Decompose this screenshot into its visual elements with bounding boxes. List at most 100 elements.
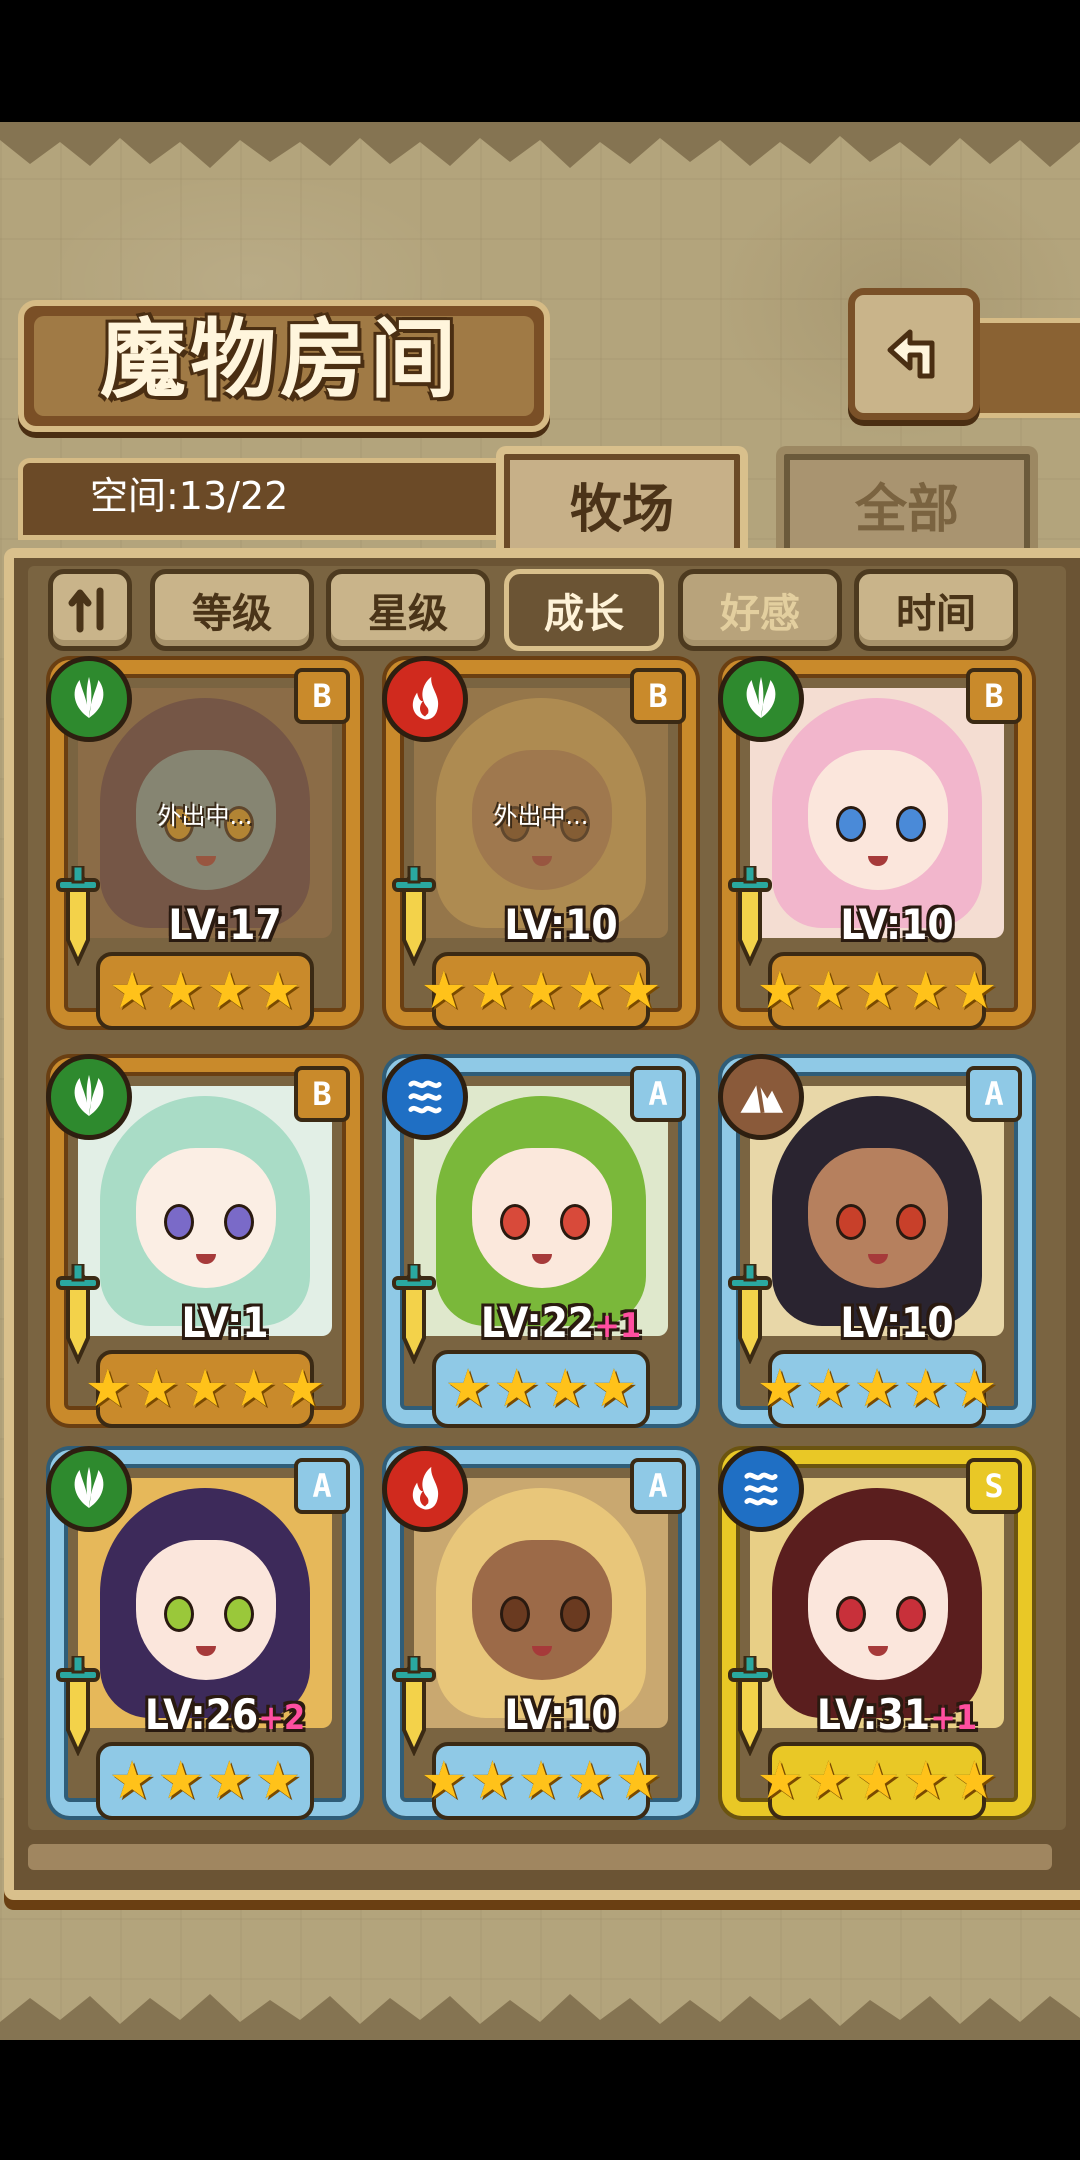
- page-title: 魔物房间: [100, 309, 460, 410]
- level-label: LV:31+1: [762, 1690, 1032, 1739]
- sort-time-label: 时间: [896, 590, 976, 637]
- star-icon: ★: [614, 961, 662, 1021]
- star-icon: ★: [756, 1359, 804, 1419]
- star-icon: ★: [254, 1751, 302, 1811]
- rank-badge: A: [630, 1458, 686, 1514]
- sort-level-button[interactable]: 等级: [150, 569, 314, 651]
- rank-badge: B: [294, 1066, 350, 1122]
- star-rating: ★ ★ ★ ★: [96, 952, 314, 1030]
- level-label: LV:10: [762, 1298, 1032, 1347]
- level-bonus: +1: [594, 1306, 642, 1346]
- star-icon: ★: [853, 1751, 901, 1811]
- water-element-icon: [382, 1054, 468, 1140]
- rank-badge: B: [630, 668, 686, 724]
- monster-card[interactable]: A LV:26+2 ★ ★ ★ ★: [46, 1446, 360, 1820]
- star-rating: ★ ★ ★ ★ ★: [84, 1350, 326, 1428]
- monster-card[interactable]: 外出中... B LV:10 ★ ★ ★ ★ ★: [382, 656, 696, 1030]
- monster-card[interactable]: B LV:10 ★ ★ ★ ★ ★: [718, 656, 1032, 1030]
- rank-badge: B: [966, 668, 1022, 724]
- star-icon: ★: [566, 961, 613, 1021]
- sort-growth-label: 成长: [544, 590, 624, 637]
- level-label: LV:10: [762, 900, 1032, 949]
- sort-affection-button[interactable]: 好感: [678, 569, 842, 651]
- star-icon: ★: [902, 1751, 949, 1811]
- monster-card[interactable]: B LV:1 ★ ★ ★ ★ ★: [46, 1054, 360, 1428]
- star-icon: ★: [157, 961, 204, 1021]
- leaf-element-icon: [46, 1446, 132, 1532]
- back-button[interactable]: [848, 288, 980, 420]
- star-rating: ★ ★ ★ ★ ★: [420, 952, 662, 1030]
- star-icon: ★: [853, 961, 901, 1021]
- monster-card[interactable]: A LV:10 ★ ★ ★ ★ ★: [382, 1446, 696, 1820]
- rank-badge: B: [294, 668, 350, 724]
- star-icon: ★: [206, 961, 253, 1021]
- monster-card[interactable]: 外出中... B LV:17 ★ ★ ★ ★: [46, 656, 360, 1030]
- star-icon: ★: [902, 961, 949, 1021]
- monster-card[interactable]: S LV:31+1 ★ ★ ★ ★ ★: [718, 1446, 1032, 1820]
- sort-stars-label: 星级: [368, 590, 448, 637]
- star-icon: ★: [420, 961, 468, 1021]
- star-icon: ★: [206, 1751, 253, 1811]
- star-icon: ★: [254, 961, 302, 1021]
- space-counter: 空间:13/22: [90, 474, 289, 518]
- tab-ranch[interactable]: 牧场: [496, 446, 748, 554]
- star-icon: ★: [108, 961, 156, 1021]
- star-icon: ★: [756, 1751, 804, 1811]
- monster-card[interactable]: A LV:22+1 ★ ★ ★ ★: [382, 1054, 696, 1428]
- sort-order-button[interactable]: [48, 569, 132, 651]
- level-label: LV:26+2: [90, 1690, 360, 1739]
- star-icon: ★: [756, 961, 804, 1021]
- star-icon: ★: [590, 1359, 638, 1419]
- level-value: LV:1: [181, 1298, 269, 1347]
- sort-time-button[interactable]: 时间: [854, 569, 1018, 651]
- level-label: LV:10: [426, 900, 696, 949]
- level-value: LV:17: [168, 900, 282, 949]
- star-icon: ★: [805, 1751, 852, 1811]
- star-rating: ★ ★ ★ ★ ★: [420, 1742, 662, 1820]
- rank-badge: A: [966, 1066, 1022, 1122]
- tab-all[interactable]: 全部: [776, 446, 1038, 554]
- level-label: LV:22+1: [426, 1298, 696, 1347]
- star-icon: ★: [950, 1359, 998, 1419]
- star-icon: ★: [950, 961, 998, 1021]
- star-icon: ★: [469, 1751, 516, 1811]
- tab-all-label: 全部: [854, 478, 959, 540]
- sort-affection-label: 好感: [720, 590, 800, 637]
- monster-card[interactable]: A LV:10 ★ ★ ★ ★ ★: [718, 1054, 1032, 1428]
- star-icon: ★: [950, 1751, 998, 1811]
- level-value: LV:10: [840, 900, 954, 949]
- sort-level-label: 等级: [192, 590, 272, 637]
- star-icon: ★: [614, 1751, 662, 1811]
- star-icon: ★: [230, 1359, 277, 1419]
- star-icon: ★: [493, 1359, 540, 1419]
- rank-badge: A: [294, 1458, 350, 1514]
- star-rating: ★ ★ ★ ★: [432, 1350, 650, 1428]
- star-rating: ★ ★ ★ ★ ★: [756, 952, 998, 1030]
- star-icon: ★: [133, 1359, 180, 1419]
- sort-growth-button[interactable]: 成长: [504, 569, 664, 651]
- level-value: LV:10: [504, 900, 618, 949]
- star-icon: ★: [805, 961, 852, 1021]
- star-icon: ★: [444, 1359, 492, 1419]
- star-icon: ★: [566, 1751, 613, 1811]
- star-icon: ★: [420, 1751, 468, 1811]
- fire-element-icon: [382, 1446, 468, 1532]
- sort-order-icon: [68, 587, 104, 633]
- level-bonus: +2: [258, 1698, 306, 1738]
- leaf-element-icon: [718, 656, 804, 742]
- star-rating: ★ ★ ★ ★: [96, 1742, 314, 1820]
- level-bonus: +1: [930, 1698, 978, 1738]
- star-icon: ★: [805, 1359, 852, 1419]
- leaf-element-icon: [46, 656, 132, 742]
- rank-badge: A: [630, 1066, 686, 1122]
- sort-stars-button[interactable]: 星级: [326, 569, 490, 651]
- star-icon: ★: [157, 1751, 204, 1811]
- level-value: LV:26: [144, 1690, 259, 1739]
- level-label: LV:1: [90, 1298, 360, 1347]
- level-value: LV:10: [840, 1298, 954, 1347]
- level-label: LV:17: [90, 900, 360, 949]
- star-icon: ★: [469, 961, 516, 1021]
- tab-ranch-label: 牧场: [569, 478, 674, 540]
- panel-bottom-rail: [28, 1844, 1052, 1870]
- star-icon: ★: [84, 1359, 132, 1419]
